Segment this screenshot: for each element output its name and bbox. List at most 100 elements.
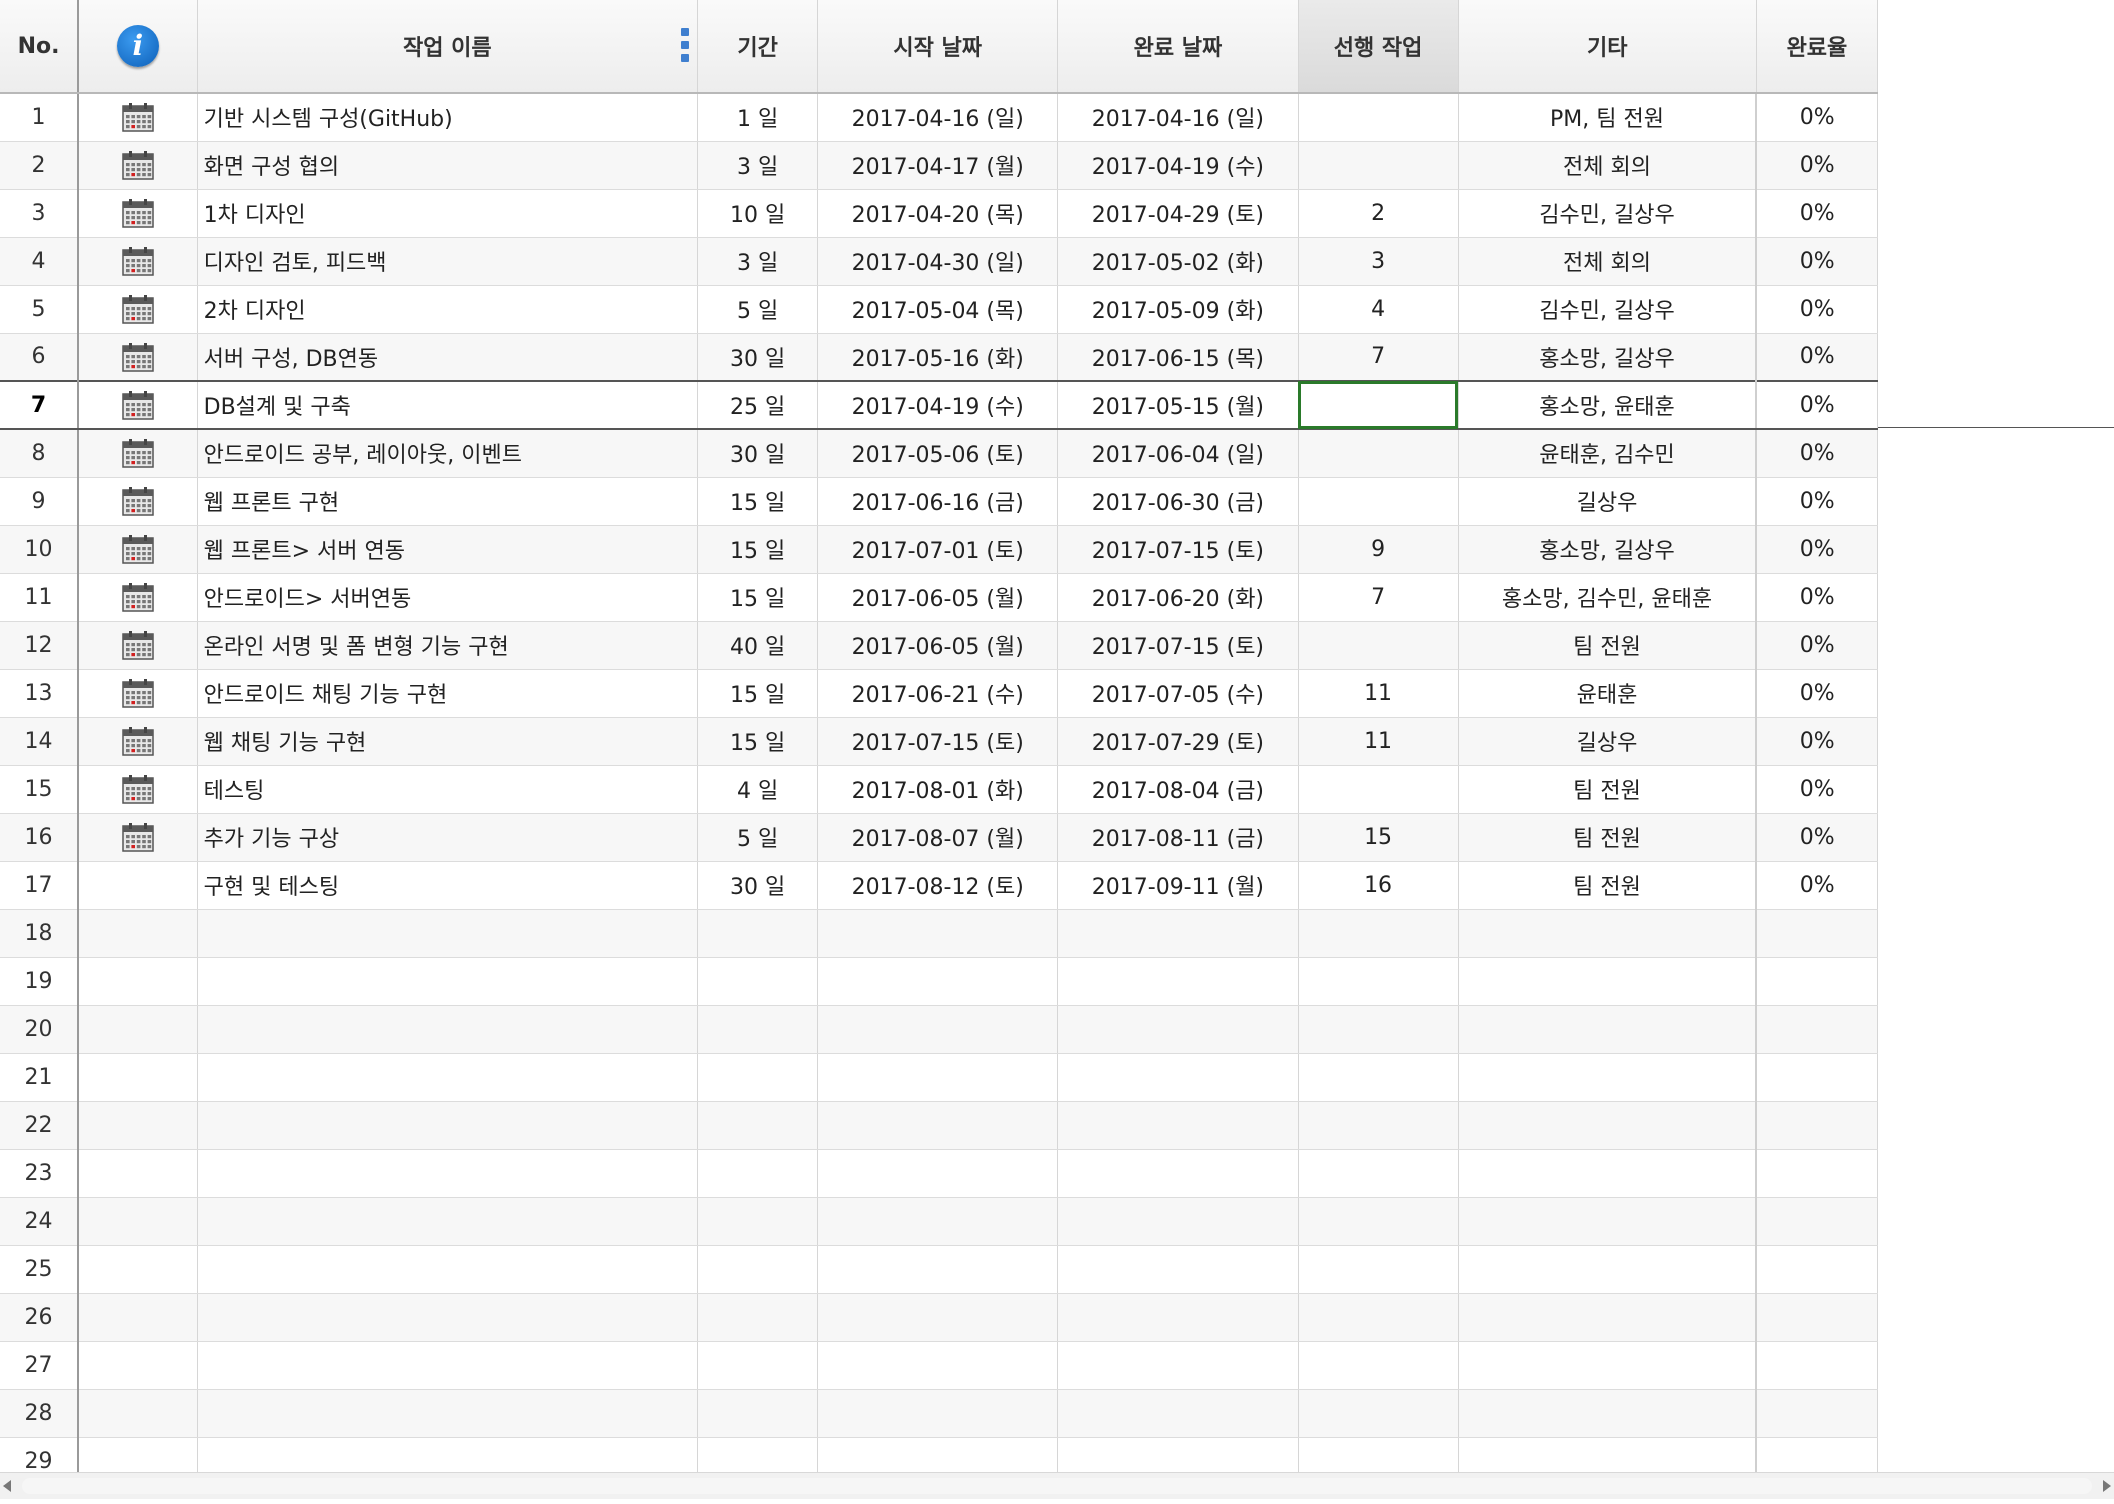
task-row[interactable]: 10 웹 프론트> 서버 연동 15 일 2017-07-01 (토) 2017-07-…: [0, 525, 1879, 574]
predecessor-cell[interactable]: 7: [1298, 333, 1459, 382]
calendar-icon[interactable]: [122, 823, 154, 852]
note-cell[interactable]: 팀 전원: [1458, 813, 1757, 862]
percent-complete-cell[interactable]: 0%: [1755, 285, 1879, 334]
empty-cell[interactable]: [1298, 1053, 1459, 1102]
task-row[interactable]: 17 구현 및 테스팅 30 일 2017-08-12 (토) 2017-09-11 (…: [0, 861, 1879, 910]
calendar-icon[interactable]: [122, 247, 154, 276]
empty-cell[interactable]: [817, 1341, 1059, 1390]
empty-cell[interactable]: [197, 1245, 699, 1294]
empty-cell[interactable]: [1755, 1245, 1879, 1294]
percent-complete-cell[interactable]: 0%: [1755, 189, 1879, 238]
empty-cell[interactable]: [697, 1197, 819, 1246]
header-predecessor[interactable]: 선행 작업: [1298, 0, 1459, 94]
task-row[interactable]: 16 추가 기능 구상 5 일 2017-08-07 (월) 2017-08-11 (금…: [0, 813, 1879, 862]
empty-cell[interactable]: [1057, 1197, 1299, 1246]
note-cell[interactable]: 팀 전원: [1458, 621, 1757, 670]
predecessor-cell[interactable]: 9: [1298, 525, 1459, 574]
row-number-cell[interactable]: 16: [0, 813, 80, 862]
empty-row[interactable]: 28: [0, 1389, 1879, 1438]
empty-cell[interactable]: [1298, 957, 1459, 1006]
empty-row[interactable]: 21: [0, 1053, 1879, 1102]
note-cell[interactable]: 윤태훈, 김수민: [1458, 429, 1757, 478]
start-date-cell[interactable]: 2017-05-04 (목): [817, 285, 1059, 334]
task-icon-cell[interactable]: [78, 765, 198, 814]
start-date-cell[interactable]: 2017-07-15 (토): [817, 717, 1059, 766]
end-date-cell[interactable]: 2017-04-16 (일): [1057, 93, 1299, 142]
duration-cell[interactable]: 10 일: [697, 189, 819, 238]
calendar-icon[interactable]: [122, 342, 154, 372]
empty-cell[interactable]: [1755, 1005, 1879, 1054]
empty-cell[interactable]: [1458, 1293, 1757, 1342]
end-date-cell[interactable]: 2017-07-29 (토): [1057, 717, 1299, 766]
empty-cell[interactable]: [78, 1101, 198, 1150]
empty-cell[interactable]: [1755, 1053, 1879, 1102]
calendar-icon[interactable]: [122, 391, 154, 420]
empty-cell[interactable]: [1298, 1005, 1459, 1054]
row-number-cell[interactable]: 7: [0, 380, 80, 430]
task-name-cell[interactable]: 디자인 검토, 피드백: [197, 237, 699, 286]
note-cell[interactable]: 홍소망, 김수민, 윤태훈: [1458, 573, 1757, 622]
empty-row[interactable]: 20: [0, 1005, 1879, 1054]
task-icon-cell[interactable]: [78, 333, 198, 382]
task-icon-cell[interactable]: [78, 141, 198, 190]
task-icon-cell[interactable]: [78, 380, 198, 430]
duration-cell[interactable]: 5 일: [697, 285, 819, 334]
empty-cell[interactable]: [197, 1389, 699, 1438]
percent-complete-cell[interactable]: 0%: [1755, 237, 1879, 286]
percent-complete-cell[interactable]: 0%: [1755, 93, 1879, 142]
row-number-cell[interactable]: 17: [0, 861, 80, 910]
percent-complete-cell[interactable]: 0%: [1755, 141, 1879, 190]
empty-cell[interactable]: [1458, 1341, 1757, 1390]
empty-cell[interactable]: [1298, 909, 1459, 958]
empty-cell[interactable]: [1057, 1389, 1299, 1438]
note-cell[interactable]: 팀 전원: [1458, 765, 1757, 814]
predecessor-cell[interactable]: 7: [1298, 573, 1459, 622]
empty-cell[interactable]: [697, 1101, 819, 1150]
note-cell[interactable]: 전체 회의: [1458, 237, 1757, 286]
task-row[interactable]: 7 DB설계 및 구축 25 일 2017-04-19 (수) 2017-05-15 (…: [0, 380, 1879, 430]
duration-cell[interactable]: 4 일: [697, 765, 819, 814]
empty-cell[interactable]: [1755, 1149, 1879, 1198]
column-menu-icon[interactable]: [681, 28, 690, 62]
task-icon-cell[interactable]: [78, 573, 198, 622]
empty-cell[interactable]: [817, 909, 1059, 958]
end-date-cell[interactable]: 2017-08-11 (금): [1057, 813, 1299, 862]
percent-complete-cell[interactable]: 0%: [1755, 765, 1879, 814]
start-date-cell[interactable]: 2017-08-07 (월): [817, 813, 1059, 862]
empty-cell[interactable]: [817, 1245, 1059, 1294]
empty-cell[interactable]: [197, 957, 699, 1006]
info-icon[interactable]: i: [116, 25, 159, 67]
task-name-cell[interactable]: 기반 시스템 구성(GitHub): [197, 93, 699, 142]
task-row[interactable]: 12 온라인 서명 및 폼 변형 기능 구현 40 일 2017-06-05 (월) 2…: [0, 621, 1879, 670]
start-date-cell[interactable]: 2017-08-12 (토): [817, 861, 1059, 910]
row-number-cell[interactable]: 14: [0, 717, 80, 766]
task-name-cell[interactable]: 웹 채팅 기능 구현: [197, 717, 699, 766]
empty-row[interactable]: 19: [0, 957, 1879, 1006]
empty-cell[interactable]: [197, 909, 699, 958]
header-no[interactable]: No.: [0, 0, 80, 94]
start-date-cell[interactable]: 2017-04-19 (수): [817, 380, 1059, 430]
predecessor-cell[interactable]: 2: [1298, 189, 1459, 238]
note-cell[interactable]: 길상우: [1458, 717, 1757, 766]
row-number-cell[interactable]: 4: [0, 237, 80, 286]
task-row[interactable]: 9 웹 프론트 구현 15 일 2017-06-16 (금) 2017-06-30 (금…: [0, 477, 1879, 526]
duration-cell[interactable]: 15 일: [697, 717, 819, 766]
task-name-cell[interactable]: 1차 디자인: [197, 189, 699, 238]
end-date-cell[interactable]: 2017-04-19 (수): [1057, 141, 1299, 190]
empty-row[interactable]: 24: [0, 1197, 1879, 1246]
empty-cell[interactable]: [1298, 1293, 1459, 1342]
empty-cell[interactable]: [78, 1341, 198, 1390]
header-task-name[interactable]: 작업 이름: [197, 0, 699, 94]
row-number-cell[interactable]: 3: [0, 189, 80, 238]
start-date-cell[interactable]: 2017-05-06 (토): [817, 429, 1059, 478]
start-date-cell[interactable]: 2017-04-20 (목): [817, 189, 1059, 238]
calendar-icon[interactable]: [122, 679, 154, 708]
empty-cell[interactable]: [1057, 1101, 1299, 1150]
start-date-cell[interactable]: 2017-07-01 (토): [817, 525, 1059, 574]
end-date-cell[interactable]: 2017-09-11 (월): [1057, 861, 1299, 910]
empty-cell[interactable]: [1057, 957, 1299, 1006]
task-row[interactable]: 6 서버 구성, DB연동 30 일 2017-05-16 (화) 2017-06-15…: [0, 333, 1879, 382]
empty-cell[interactable]: [78, 957, 198, 1006]
row-number-cell[interactable]: 13: [0, 669, 80, 718]
task-name-cell[interactable]: 서버 구성, DB연동: [197, 333, 699, 382]
